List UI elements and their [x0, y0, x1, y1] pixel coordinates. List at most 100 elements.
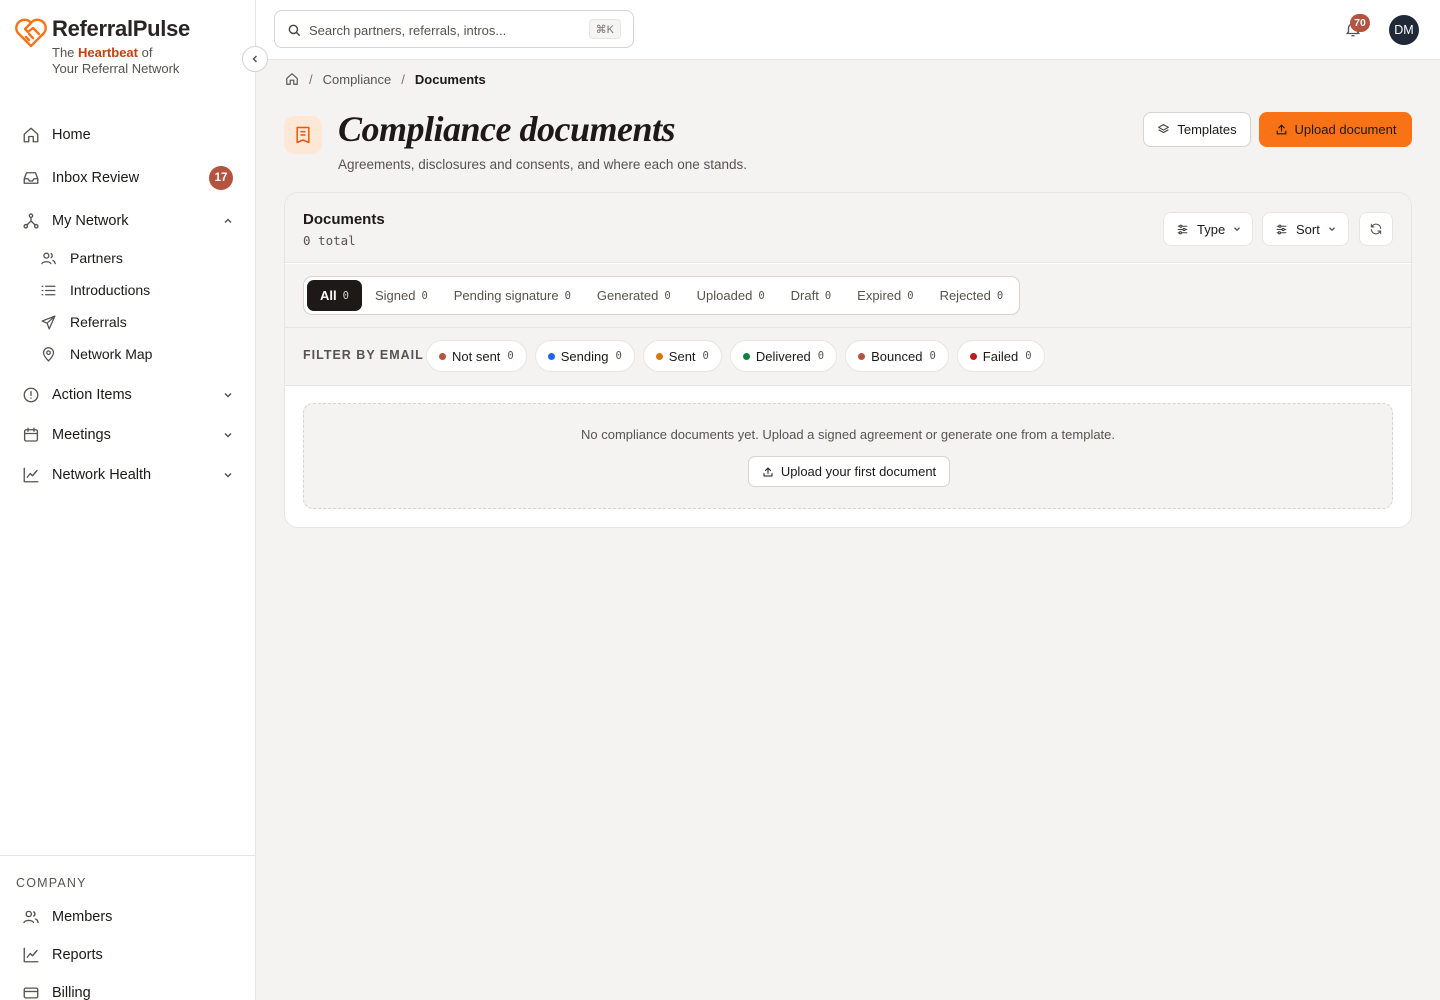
tab-label: Uploaded — [696, 288, 753, 303]
chip-count: 0 — [929, 350, 936, 362]
nav-partners-label: Partners — [70, 250, 123, 266]
tab-uploaded[interactable]: Uploaded 0 — [684, 280, 778, 311]
filter-sending[interactable]: Sending 0 — [534, 340, 635, 372]
collapse-sidebar-button[interactable] — [242, 46, 268, 72]
list-icon — [41, 285, 56, 296]
empty-state-message: No compliance documents yet. Upload a si… — [580, 427, 1116, 442]
email-filter-chips: Not sent 0 Sending 0 Sent 0 Delivered 0 Boun… — [426, 340, 1045, 372]
chevron-down-icon — [1234, 227, 1241, 232]
search-input[interactable] — [309, 20, 579, 40]
status-dot — [969, 352, 977, 360]
nav-members[interactable]: Members — [16, 899, 240, 935]
tagline-pre: The — [52, 45, 79, 60]
nav-network-map[interactable]: Network Map — [34, 339, 240, 369]
nav-meetings-label: Meetings — [52, 427, 111, 443]
chip-count: 0 — [702, 350, 709, 362]
user-avatar[interactable]: DM — [1389, 15, 1419, 45]
chip-label: Failed — [982, 348, 1019, 364]
brand-tagline: The Heartbeat of Your Referral Network — [52, 45, 179, 77]
nav-referrals-label: Referrals — [70, 314, 127, 330]
nav-meetings[interactable]: Meetings — [16, 417, 240, 453]
breadcrumb-current: Documents — [414, 71, 486, 87]
sliders-icon — [1177, 224, 1188, 234]
calendar-icon — [23, 427, 39, 442]
templates-button[interactable]: Templates — [1143, 112, 1251, 147]
status-dot — [742, 352, 750, 360]
tab-count: 0 — [664, 289, 671, 302]
type-filter-button[interactable]: Type — [1163, 212, 1253, 246]
tagline-line2: Your Referral Network — [52, 61, 180, 76]
chevron-down-icon — [224, 472, 232, 478]
type-filter-label: Type — [1197, 221, 1226, 237]
nav-inbox-label: Inbox Review — [52, 170, 140, 186]
tab-generated[interactable]: Generated 0 — [584, 280, 684, 311]
chip-count: 0 — [1025, 350, 1032, 362]
tab-label: Pending signature — [453, 288, 559, 303]
refresh-button[interactable] — [1359, 212, 1393, 246]
page-subtitle: Agreements, disclosures and consents, an… — [338, 157, 747, 172]
tab-label: Rejected — [939, 288, 991, 303]
nav-action-items[interactable]: Action Items — [16, 377, 240, 413]
nav-inbox-review[interactable]: Inbox Review 17 — [16, 160, 240, 196]
nav-members-label: Members — [52, 909, 113, 925]
alert-circle-icon — [23, 387, 39, 403]
nav-billing[interactable]: Billing — [16, 975, 240, 1000]
filter-failed[interactable]: Failed 0 — [956, 340, 1045, 372]
users-icon — [41, 252, 56, 265]
documents-total-count: 0 total — [303, 233, 356, 248]
tab-label: Generated — [596, 288, 659, 303]
nav-my-network[interactable]: My Network — [16, 203, 240, 239]
search-box[interactable]: ⌘K — [274, 10, 634, 48]
line-chart-icon — [23, 467, 39, 483]
nav-referrals[interactable]: Referrals — [34, 307, 240, 337]
nav-my-network-label: My Network — [52, 213, 129, 229]
filter-sent[interactable]: Sent 0 — [642, 340, 722, 372]
status-dot — [439, 352, 446, 360]
tab-all[interactable]: All 0 — [307, 280, 362, 311]
documents-card-title: Documents — [303, 211, 385, 228]
breadcrumb: / Compliance / Documents — [285, 70, 486, 88]
chevron-down-icon — [224, 392, 232, 398]
tab-label: Expired — [857, 288, 902, 303]
tab-label: Draft — [790, 288, 819, 303]
tab-label: Signed — [374, 288, 416, 303]
search-shortcut-hint: ⌘K — [588, 19, 621, 39]
chevron-up-icon — [224, 218, 232, 224]
nav-introductions[interactable]: Introductions — [34, 275, 240, 305]
upload-first-document-button[interactable]: Upload your first document — [748, 456, 950, 487]
nav-network-health-label: Network Health — [52, 467, 152, 483]
nav-reports-label: Reports — [52, 947, 103, 963]
upload-icon — [1276, 124, 1286, 135]
tab-draft[interactable]: Draft 0 — [778, 280, 845, 311]
chevron-down-icon — [1328, 227, 1335, 232]
chip-label: Sent — [668, 348, 696, 364]
tab-count: 0 — [907, 289, 914, 302]
chip-label: Delivered — [755, 348, 811, 364]
breadcrumb-compliance[interactable]: Compliance — [323, 72, 392, 87]
upload-document-button[interactable]: Upload document — [1259, 112, 1412, 147]
nav-reports[interactable]: Reports — [16, 937, 240, 973]
sidebar: ReferralPulse The Heartbeat of Your Refe… — [0, 0, 256, 1000]
tab-count: 0 — [996, 289, 1004, 302]
upload-icon — [763, 467, 773, 476]
filter-not-sent[interactable]: Not sent 0 — [426, 340, 527, 372]
tab-expired[interactable]: Expired 0 — [844, 280, 926, 311]
filter-delivered[interactable]: Delivered 0 — [729, 340, 838, 372]
nav-partners[interactable]: Partners — [34, 243, 240, 273]
chevron-down-icon — [224, 432, 232, 438]
home-icon[interactable] — [285, 72, 299, 86]
nav-network-health[interactable]: Network Health — [16, 457, 240, 493]
nav-home[interactable]: Home — [16, 117, 240, 153]
send-icon — [41, 315, 56, 330]
status-tabs: All 0 Signed 0 Pending signature 0 Generate… — [303, 276, 1021, 315]
tab-count: 0 — [342, 289, 349, 302]
sort-button[interactable]: Sort — [1262, 212, 1349, 246]
tab-count: 0 — [758, 289, 765, 302]
tab-count: 0 — [421, 289, 428, 302]
tab-rejected[interactable]: Rejected 0 — [927, 280, 1017, 311]
tab-signed[interactable]: Signed 0 — [362, 280, 441, 311]
templates-button-label: Templates — [1177, 122, 1237, 137]
sliders-icon — [1276, 224, 1287, 234]
filter-bounced[interactable]: Bounced 0 — [845, 340, 949, 372]
tab-pending-signature[interactable]: Pending signature 0 — [441, 280, 584, 311]
